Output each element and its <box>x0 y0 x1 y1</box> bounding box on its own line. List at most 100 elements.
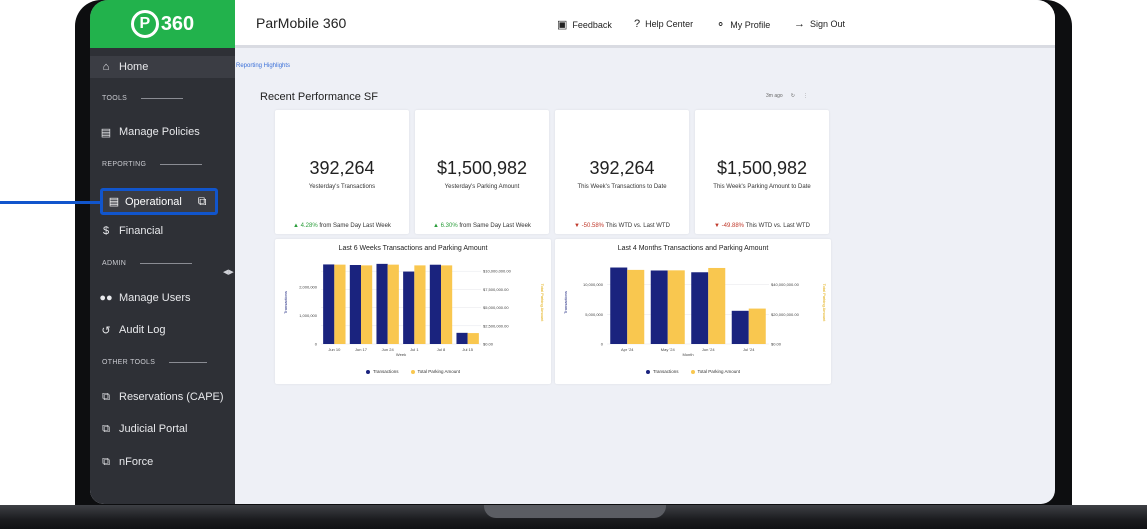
app-screen: P 360 ⌂ Home TOOLS ▤ Manage Policies REP… <box>90 0 1055 504</box>
sidebar-item-operational[interactable]: ▤ Operational ⧉ <box>100 188 218 215</box>
sidebar-item-label: Operational <box>125 195 182 208</box>
bar-chart-icon: ▤ <box>108 196 120 208</box>
x-tick-label: May '24 <box>661 347 676 352</box>
legend-item-parking-amount[interactable]: Total Parking Amount <box>690 369 741 374</box>
sidebar-item-label: Manage Users <box>119 292 191 304</box>
sidebar-item-manage-policies[interactable]: ▤ Manage Policies <box>90 121 235 143</box>
y2-tick-label: $2,500,000.00 <box>483 323 509 328</box>
history-icon: ↺ <box>101 324 111 337</box>
kpi-change: ▲ 6.30% from Same Day Last Week <box>415 223 549 229</box>
sidebar-item-label: Audit Log <box>119 324 166 336</box>
more-menu-icon[interactable]: ⋮ <box>803 93 808 99</box>
y-tick-label: 2,000,000 <box>299 284 318 289</box>
policy-document-icon: ▤ <box>100 126 112 139</box>
section-label-text: REPORTING <box>102 161 147 168</box>
breadcrumb[interactable]: Reporting Highlights <box>235 63 290 69</box>
kpi-label: This Week's Transactions to Date <box>577 184 667 190</box>
legend-label: Total Parking Amount <box>417 369 461 374</box>
y-axis-title: Transactions <box>563 291 568 314</box>
bar-transactions <box>323 264 335 344</box>
kpi-change: ▲ 4.28% from Same Day Last Week <box>275 223 409 229</box>
legend-item-transactions[interactable]: Transactions <box>645 369 679 374</box>
callout-line <box>0 201 101 204</box>
home-icon: ⌂ <box>102 61 110 73</box>
chart-legend: Transactions Total Parking Amount <box>275 369 551 374</box>
help-center-label: Help Center <box>645 19 694 29</box>
breadcrumb-link[interactable]: Reporting Highlights <box>236 63 290 69</box>
sidebar-item-reservations[interactable]: ⧉ Reservations (CAPE) <box>90 386 235 408</box>
kpi-card-yesterday-transactions: 392,264 Yesterday's Transactions ▲ 4.28%… <box>275 110 409 234</box>
legend-label: Transactions <box>372 369 399 374</box>
y2-tick-label: $0.00 <box>771 342 782 347</box>
section-label-reporting: REPORTING <box>102 161 203 168</box>
section-meta: 3m ago ↻ ⋮ <box>766 93 808 99</box>
y2-axis-title: Total Parking Amount <box>822 284 827 323</box>
sidebar-item-financial[interactable]: $ Financial <box>90 220 235 242</box>
y2-tick-label: $0.00 <box>483 342 494 347</box>
bar-parking-amount <box>387 264 399 344</box>
bar-parking-amount <box>708 267 726 344</box>
feedback-link[interactable]: ▣ Feedback <box>557 18 612 31</box>
chart-card-monthly: Last 4 Months Transactions and Parking A… <box>555 239 831 384</box>
arrow-up-icon: ▲ <box>293 223 299 229</box>
x-axis-title: Month <box>682 352 693 357</box>
laptop-base <box>0 505 1147 529</box>
kpi-change-value: 6.30% <box>440 223 458 229</box>
x-axis-title: Week <box>396 352 406 357</box>
arrow-up-icon: ▲ <box>433 223 439 229</box>
legend-swatch <box>365 369 370 374</box>
sidebar-item-home[interactable]: ⌂ Home <box>90 56 235 78</box>
kpi-value: 392,264 <box>589 158 655 178</box>
y-tick-label: 1,000,000 <box>299 313 318 318</box>
bar-transactions <box>349 265 361 344</box>
x-tick-label: Jun '24 <box>702 347 716 352</box>
legend-item-parking-amount[interactable]: Total Parking Amount <box>410 369 461 374</box>
kpi-change-text: from Same Day Last Week <box>317 223 391 229</box>
help-center-link[interactable]: ? Help Center <box>634 18 693 30</box>
bar-transactions <box>650 270 668 344</box>
kpi-label: Yesterday's Parking Amount <box>444 184 520 190</box>
bar-transactions <box>403 271 415 344</box>
kpi-change-value: 4.28% <box>300 223 318 229</box>
kpi-label: Yesterday's Transactions <box>308 184 376 190</box>
y-axis-title: Transactions <box>283 291 288 314</box>
section-label-text: TOOLS <box>102 95 128 102</box>
logo[interactable]: P 360 <box>90 0 235 48</box>
legend-item-transactions[interactable]: Transactions <box>365 369 399 374</box>
sign-out-link[interactable]: → Sign Out <box>794 18 845 30</box>
app-title: ParMobile 360 <box>256 14 347 31</box>
x-tick-label: Jul 15 <box>462 347 473 352</box>
kpi-change-text: from Same Day Last Week <box>457 223 531 229</box>
bar-parking-amount <box>467 333 479 344</box>
chart-weekly-svg: $0.00 $2,500,000.00 $5,000,000.00 $7,500,00… <box>283 263 545 357</box>
sign-out-label: Sign Out <box>810 19 846 29</box>
kpi-card-week-parking: $1,500,982 This Week's Parking Amount to… <box>695 110 829 234</box>
kpi-change-text: This WTD vs. Last WTD <box>744 223 810 229</box>
section-label-text: ADMIN <box>102 260 127 267</box>
bar-transactions <box>731 310 749 344</box>
y2-tick-label: $20,000,000.00 <box>771 312 800 317</box>
kpi-change-value: -50.58% <box>581 223 605 229</box>
refresh-icon[interactable]: ↻ <box>791 93 795 99</box>
sidebar-item-judicial-portal[interactable]: ⧉ Judicial Portal <box>90 418 235 440</box>
y2-tick-label: $7,500,000.00 <box>483 287 509 292</box>
my-profile-label: My Profile <box>730 19 771 30</box>
bar-parking-amount <box>441 265 453 344</box>
kpi-change: ▼ -50.58% This WTD vs. Last WTD <box>555 223 689 229</box>
sidebar-item-audit-log[interactable]: ↺ Audit Log <box>90 319 235 341</box>
bar-transactions <box>376 263 388 344</box>
bar-transactions <box>691 272 709 344</box>
sidebar-item-manage-users[interactable]: ●● Manage Users <box>90 287 235 309</box>
external-link-icon: ⧉ <box>102 390 110 403</box>
external-link-icon: ⧉ <box>102 422 110 435</box>
y-tick-label: 0 <box>601 342 604 347</box>
x-tick-label: Jun 24 <box>382 347 395 352</box>
legend-label: Total Parking Amount <box>697 369 741 374</box>
my-profile-link[interactable]: ⚬ My Profile <box>716 18 770 31</box>
sidebar-collapse-handle[interactable]: ◀▶ <box>223 268 234 276</box>
legend-swatch <box>645 369 650 374</box>
dollar-icon: $ <box>102 225 110 237</box>
sidebar-item-nforce[interactable]: ⧉ nForce <box>90 451 235 473</box>
logo-text: 360 <box>160 12 195 35</box>
kpi-card-week-transactions: 392,264 This Week's Transactions to Date… <box>555 110 689 234</box>
